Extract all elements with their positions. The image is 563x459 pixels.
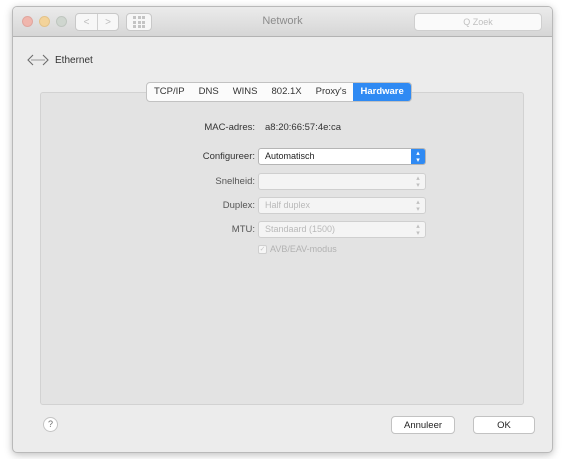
configure-select[interactable]: Automatisch ▴ ▾ <box>258 148 426 165</box>
configure-label: Configureer: <box>202 151 255 162</box>
speed-select[interactable]: ▴ ▾ <box>258 173 426 190</box>
mtu-select[interactable]: Standaard (1500) ▴ ▾ <box>258 221 426 238</box>
chevron-up-down-icon: ▴ ▾ <box>416 222 420 237</box>
duplex-row: Duplex: Half duplex ▴ ▾ <box>41 197 523 215</box>
mac-address-label: MAC-adres: <box>204 122 255 133</box>
mtu-value: Standaard (1500) <box>265 224 336 234</box>
duplex-value: Half duplex <box>265 200 311 210</box>
mtu-row: MTU: Standaard (1500) ▴ ▾ <box>41 221 523 239</box>
ok-button[interactable]: OK <box>473 416 535 434</box>
service-header: Ethernet <box>27 53 93 67</box>
chevron-up-down-icon: ▴ ▾ <box>416 174 420 189</box>
cancel-button[interactable]: Annuleer <box>391 416 455 434</box>
help-button[interactable]: ? <box>43 417 58 432</box>
service-name: Ethernet <box>55 54 93 66</box>
tab-proxies[interactable]: Proxy's <box>309 83 354 101</box>
avb-mode-label: AVB/EAV-modus <box>270 244 337 254</box>
avb-mode-checkbox[interactable]: ✓ <box>258 244 267 254</box>
speed-label: Snelheid: <box>215 176 255 187</box>
tab-8021x[interactable]: 802.1X <box>265 83 309 101</box>
duplex-label: Duplex: <box>222 200 255 211</box>
avb-mode-option[interactable]: ✓ AVB/EAV-modus <box>258 244 337 254</box>
chevron-up-down-icon: ▴ ▾ <box>416 198 420 213</box>
mac-address-value: a8:20:66:57:4e:ca <box>265 122 342 133</box>
duplex-select[interactable]: Half duplex ▴ ▾ <box>258 197 426 214</box>
tab-wins[interactable]: WINS <box>226 83 265 101</box>
speed-row: Snelheid: ▴ ▾ <box>41 173 523 191</box>
title-bar: < > Network Q Zoek <box>13 7 552 37</box>
tab-hardware[interactable]: Hardware <box>353 83 411 101</box>
network-window: < > Network Q Zoek Ethernet MAC-adres: a… <box>12 6 553 453</box>
mtu-label: MTU: <box>231 224 255 235</box>
chevron-up-down-icon: ▴ ▾ <box>411 149 425 164</box>
configure-value: Automatisch <box>265 151 315 161</box>
configure-row: Configureer: Automatisch ▴ ▾ <box>41 148 523 166</box>
tab-bar: TCP/IP DNS WINS 802.1X Proxy's Hardware <box>146 82 412 102</box>
back-forward-arrows-icon <box>27 54 49 66</box>
mac-address-row: MAC-adres: a8:20:66:57:4e:ca <box>41 119 523 137</box>
search-input[interactable]: Q Zoek <box>414 13 542 31</box>
tab-tcpip[interactable]: TCP/IP <box>147 83 192 101</box>
tab-dns[interactable]: DNS <box>192 83 226 101</box>
hardware-panel: MAC-adres: a8:20:66:57:4e:ca Configureer… <box>40 92 524 405</box>
